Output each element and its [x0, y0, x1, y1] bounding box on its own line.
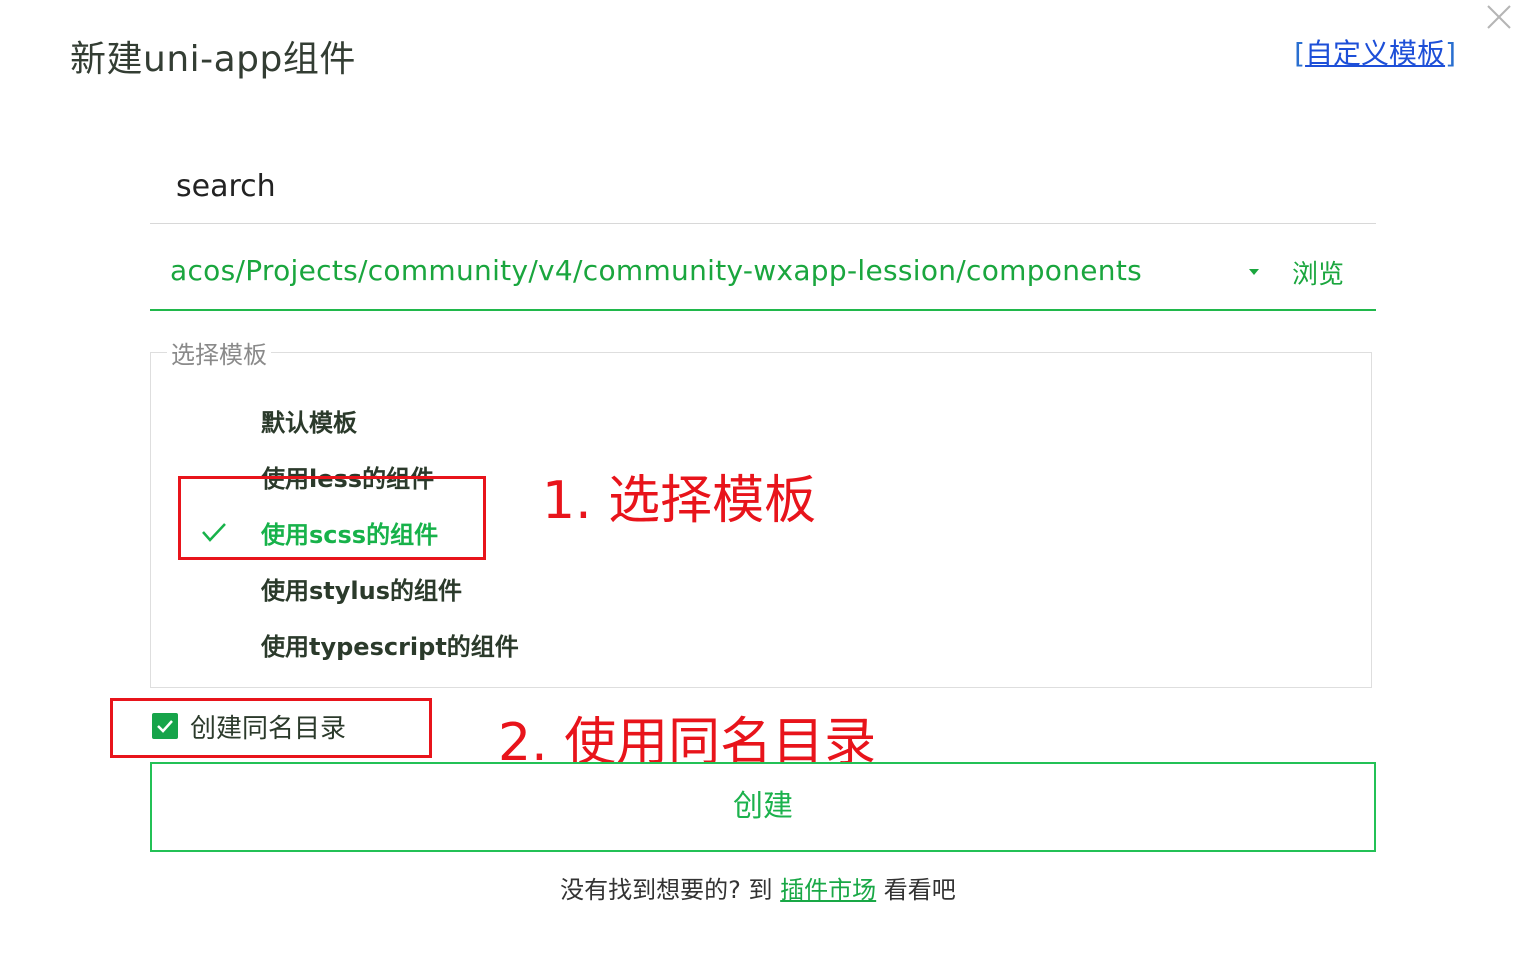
template-option-stylus[interactable]: 使用stylus的组件 — [261, 571, 462, 606]
caret-down-icon[interactable] — [1246, 264, 1262, 280]
path-field: acos/Projects/community/v4/community-wxa… — [150, 234, 1376, 311]
new-component-dialog: 新建uni-app组件 [自定义模板] acos/Projects/commun… — [0, 0, 1516, 954]
close-bracket: ] — [1445, 37, 1456, 70]
annotation-box-checkbox — [110, 698, 432, 758]
browse-button[interactable]: 浏览 — [1292, 254, 1344, 291]
component-name-input[interactable] — [150, 150, 1376, 224]
close-icon[interactable] — [1484, 2, 1514, 32]
template-option-typescript[interactable]: 使用typescript的组件 — [261, 627, 519, 662]
open-bracket: [ — [1294, 37, 1306, 70]
path-input[interactable]: acos/Projects/community/v4/community-wxa… — [170, 254, 1142, 287]
footer-hint: 没有找到想要的? 到 插件市场 看看吧 — [0, 870, 1516, 905]
footer-prefix: 没有找到想要的? 到 — [560, 876, 781, 904]
footer-suffix: 看看吧 — [876, 876, 956, 904]
create-button[interactable]: 创建 — [150, 762, 1376, 852]
annotation-step1: 1. 选择模板 — [542, 471, 817, 531]
template-group-legend: 选择模板 — [167, 335, 271, 370]
plugin-market-link[interactable]: 插件市场 — [780, 876, 876, 904]
annotation-box-template — [178, 476, 486, 560]
template-option-default[interactable]: 默认模板 — [261, 403, 357, 438]
dialog-title: 新建uni-app组件 — [70, 39, 356, 80]
custom-template-link[interactable]: 自定义模板 — [1305, 37, 1445, 70]
custom-template-link-group: [自定义模板] — [1294, 32, 1456, 72]
